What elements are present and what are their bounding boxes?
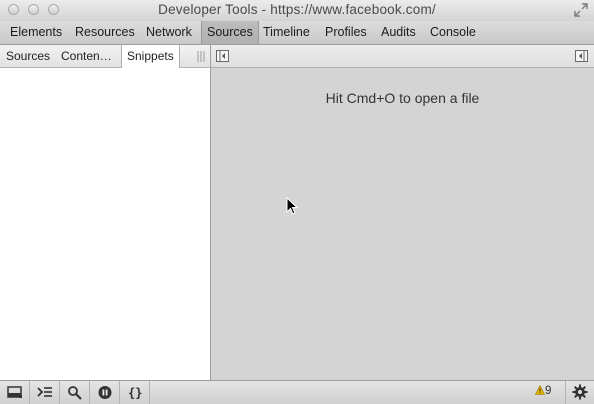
tab-console[interactable]: Console — [425, 21, 481, 44]
search-icon — [68, 386, 82, 400]
navigator-tabs: Sources Conten… Snippets — [0, 45, 210, 68]
toggle-debugger-sidebar-icon[interactable] — [575, 50, 588, 62]
console-drawer-icon — [37, 387, 52, 397]
editor-toolbar — [211, 45, 594, 68]
navigator-tab-sources[interactable]: Sources — [1, 45, 55, 67]
gear-icon — [572, 384, 588, 400]
tab-elements[interactable]: Elements — [5, 21, 67, 44]
open-file-hint: Hit Cmd+O to open a file — [325, 90, 480, 106]
warning-icon — [534, 384, 546, 395]
toggle-navigator-icon[interactable] — [216, 50, 229, 62]
warnings-counter[interactable]: 9 — [534, 384, 552, 397]
tab-timeline[interactable]: Timeline — [258, 21, 315, 44]
dock-icon — [7, 386, 22, 398]
window-title: Developer Tools - https://www.facebook.c… — [158, 2, 436, 17]
settings-button[interactable] — [565, 381, 594, 404]
editor-pane: Hit Cmd+O to open a file — [211, 45, 594, 380]
pretty-print-button[interactable]: {} — [120, 381, 150, 404]
fullscreen-icon[interactable] — [574, 3, 588, 17]
navigator-pane: Sources Conten… Snippets — [0, 45, 211, 380]
svg-text:{}: {} — [128, 386, 142, 400]
status-bar: {} 9 — [0, 380, 594, 404]
console-drawer-button[interactable] — [30, 381, 60, 404]
warnings-count: 9 — [545, 385, 552, 397]
tab-network[interactable]: Network — [141, 21, 197, 44]
tab-sources[interactable]: Sources — [201, 21, 259, 44]
navigator-tab-content-scripts[interactable]: Conten… — [56, 45, 117, 67]
tab-profiles[interactable]: Profiles — [320, 21, 372, 44]
panel-tabs-toolbar: Elements Resources Network Sources Timel… — [0, 21, 594, 45]
dock-toggle-button[interactable] — [0, 381, 30, 404]
resize-grip-icon[interactable] — [197, 51, 205, 62]
window-titlebar: Developer Tools - https://www.facebook.c… — [0, 0, 594, 21]
pause-exceptions-icon — [98, 386, 112, 399]
navigator-tab-snippets[interactable]: Snippets — [121, 45, 180, 68]
tab-audits[interactable]: Audits — [376, 21, 421, 44]
pretty-print-icon: {} — [128, 386, 142, 400]
pause-on-exceptions-button[interactable] — [90, 381, 120, 404]
search-button[interactable] — [60, 381, 90, 404]
mouse-cursor-icon — [286, 197, 298, 215]
tab-resources[interactable]: Resources — [70, 21, 140, 44]
